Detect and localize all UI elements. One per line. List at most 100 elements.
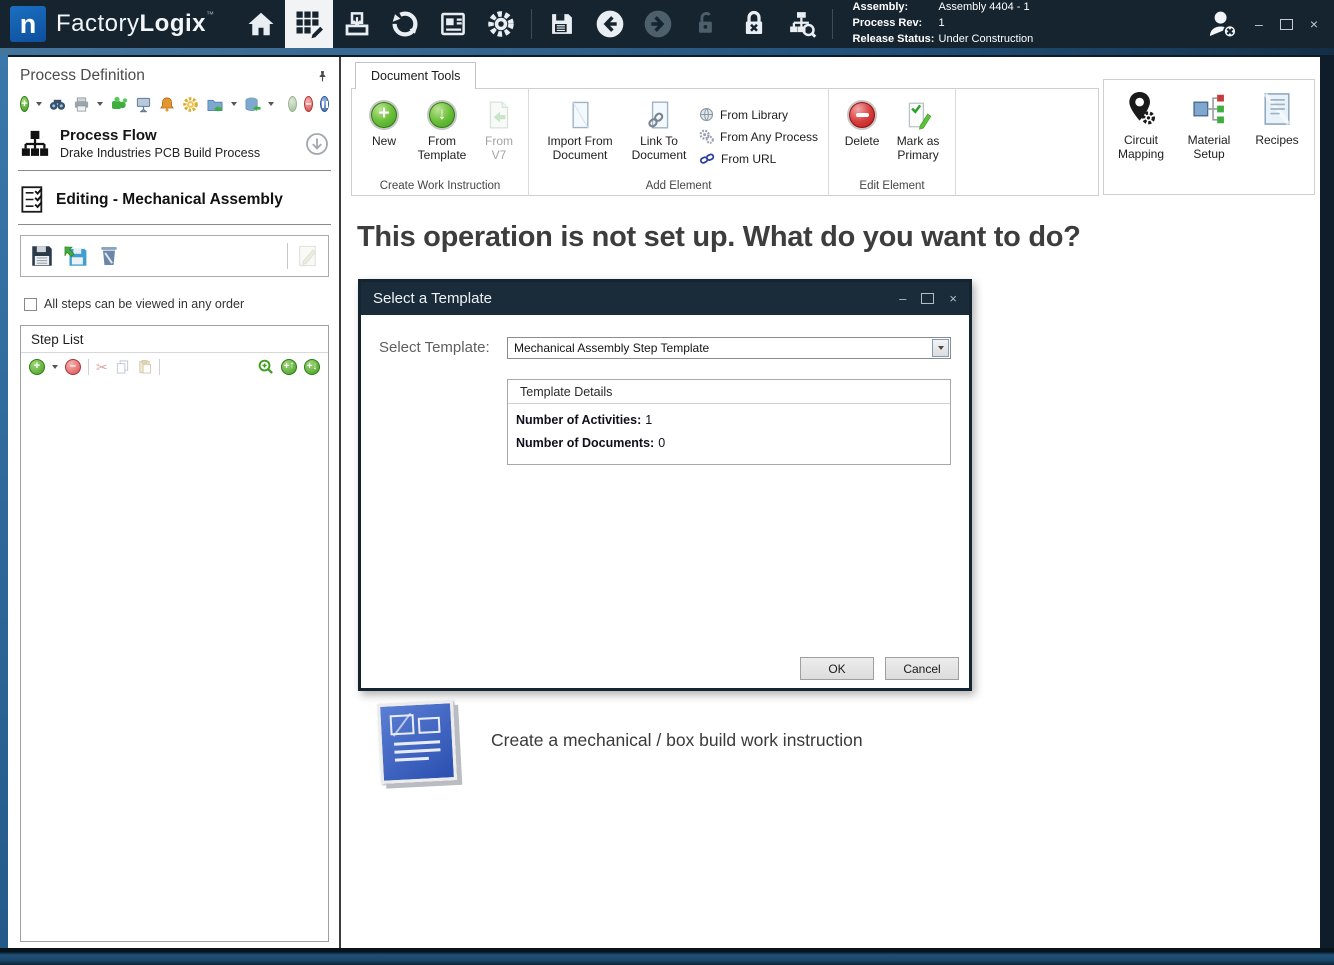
create-mechanical-option[interactable]: Create a mechanical / box build work ins… [379,702,863,782]
maximize-button[interactable] [1280,19,1293,30]
add-icon[interactable] [20,96,29,112]
from-library-icon [699,107,714,122]
delete-step-icon[interactable] [97,243,121,269]
synchronize-icon [390,9,420,39]
activities-row: Number of Activities:1 [508,404,950,427]
close-button[interactable]: × [1310,16,1318,32]
add-step-icon[interactable] [29,359,45,375]
titlebar-separator [531,9,532,39]
unlock-button[interactable] [682,0,730,48]
from-any-process-icon [699,129,714,144]
dialog-close-button[interactable]: × [949,291,957,306]
move-up-icon[interactable]: ↑ [281,359,297,375]
from-url-label: From URL [721,152,776,166]
release-status-label: Release Status: [853,32,939,48]
logout-user-button[interactable] [1205,7,1239,41]
from-any-process-button[interactable]: From Any Process [699,128,818,145]
export-dropdown-caret[interactable] [231,102,237,106]
step-list-body[interactable] [21,381,328,941]
from-library-label: From Library [720,108,788,122]
cut-icon[interactable]: ✂ [96,360,108,374]
add-step-caret[interactable] [52,365,58,369]
print-icon[interactable] [73,96,90,113]
presentation-icon[interactable] [135,96,152,113]
from-v7-label: From V7 [479,135,519,163]
settings-button[interactable] [477,0,525,48]
add-dropdown-caret[interactable] [36,102,42,106]
dialog-titlebar: Select a Template – × [361,282,969,315]
from-v7-button[interactable]: From V7 [476,97,522,165]
divider [18,224,331,225]
database-dropdown-caret[interactable] [268,102,274,106]
activities-value: 1 [645,413,652,427]
apps-panel: Circuit Mapping Material Setup Recipes [1103,79,1315,195]
copy-icon[interactable] [115,359,130,374]
paste-icon[interactable] [137,359,152,374]
process-search-button[interactable] [778,0,826,48]
lock-close-button[interactable] [730,0,778,48]
back-button[interactable] [586,0,634,48]
save-step-icon[interactable] [29,243,55,269]
home-button[interactable] [237,0,285,48]
zoom-step-icon[interactable] [257,358,274,375]
start-icon[interactable] [288,96,297,112]
settings-gear-icon[interactable] [182,96,199,113]
collapse-down-icon[interactable] [305,132,329,156]
window-bottom-edge [0,948,1334,965]
print-dropdown-caret[interactable] [97,102,103,106]
news-button[interactable] [429,0,477,48]
process-toolbar [18,93,331,123]
process-flow-item[interactable]: Process Flow Drake Industries PCB Build … [18,123,331,170]
any-order-checkbox[interactable] [24,298,37,311]
materials-button[interactable] [333,0,381,48]
dialog-maximize-button[interactable] [921,293,934,304]
pause-icon[interactable] [320,96,329,112]
minimize-button[interactable]: – [1255,16,1263,32]
link-to-document-icon [646,99,672,131]
pin-icon[interactable] [316,69,329,84]
move-down-icon[interactable]: ↓ [304,359,320,375]
alert-bell-icon[interactable] [159,96,175,113]
page-heading: This operation is not set up. What do yo… [357,221,1081,254]
from-template-button[interactable]: ↓ From Template [408,97,476,165]
from-v7-icon [487,99,511,131]
remove-step-icon[interactable] [65,359,81,375]
forward-button[interactable] [634,0,682,48]
stop-icon[interactable] [304,96,313,112]
cancel-button[interactable]: Cancel [885,657,959,680]
divider [18,170,331,171]
new-button[interactable]: + New [360,97,408,151]
recipes-icon [1260,90,1294,128]
edit-step-icon[interactable] [296,243,320,269]
synchronize-button[interactable] [381,0,429,48]
mark-as-primary-button[interactable]: Mark as Primary [887,97,949,165]
save-button[interactable] [538,0,586,48]
from-library-button[interactable]: From Library [699,106,818,123]
link-to-document-button[interactable]: Link To Document [623,97,695,165]
editing-title: Editing - Mechanical Assembly [56,191,283,209]
from-url-button[interactable]: From URL [699,150,818,167]
combobox-dropdown-button[interactable] [932,339,949,357]
template-combobox[interactable]: Mechanical Assembly Step Template [507,337,951,359]
import-step-icon[interactable] [63,243,89,269]
export-folder-icon[interactable] [206,96,224,113]
tab-document-tools[interactable]: Document Tools [355,62,476,89]
circuit-mapping-button[interactable]: Circuit Mapping [1112,90,1170,184]
assembly-label: Assembly: [853,0,939,16]
ok-button[interactable]: OK [800,657,874,680]
brand-light: Factory [56,10,140,37]
find-icon[interactable] [49,96,66,113]
recipes-button[interactable]: Recipes [1248,90,1306,184]
import-from-document-label: Import From Document [540,135,620,163]
news-icon [438,9,468,39]
delete-button[interactable]: Delete [837,97,887,151]
process-definition-button[interactable] [285,0,333,48]
work-instruction-icon [377,700,457,784]
export-database-icon[interactable] [244,96,261,113]
material-setup-button[interactable]: Material Setup [1180,90,1238,184]
reorder-icon[interactable] [110,95,128,113]
dialog-minimize-button[interactable]: – [899,291,906,306]
unlock-icon [692,10,720,38]
template-details-box: Template Details Number of Activities:1 … [507,379,951,465]
import-from-document-button[interactable]: Import From Document [537,97,623,165]
